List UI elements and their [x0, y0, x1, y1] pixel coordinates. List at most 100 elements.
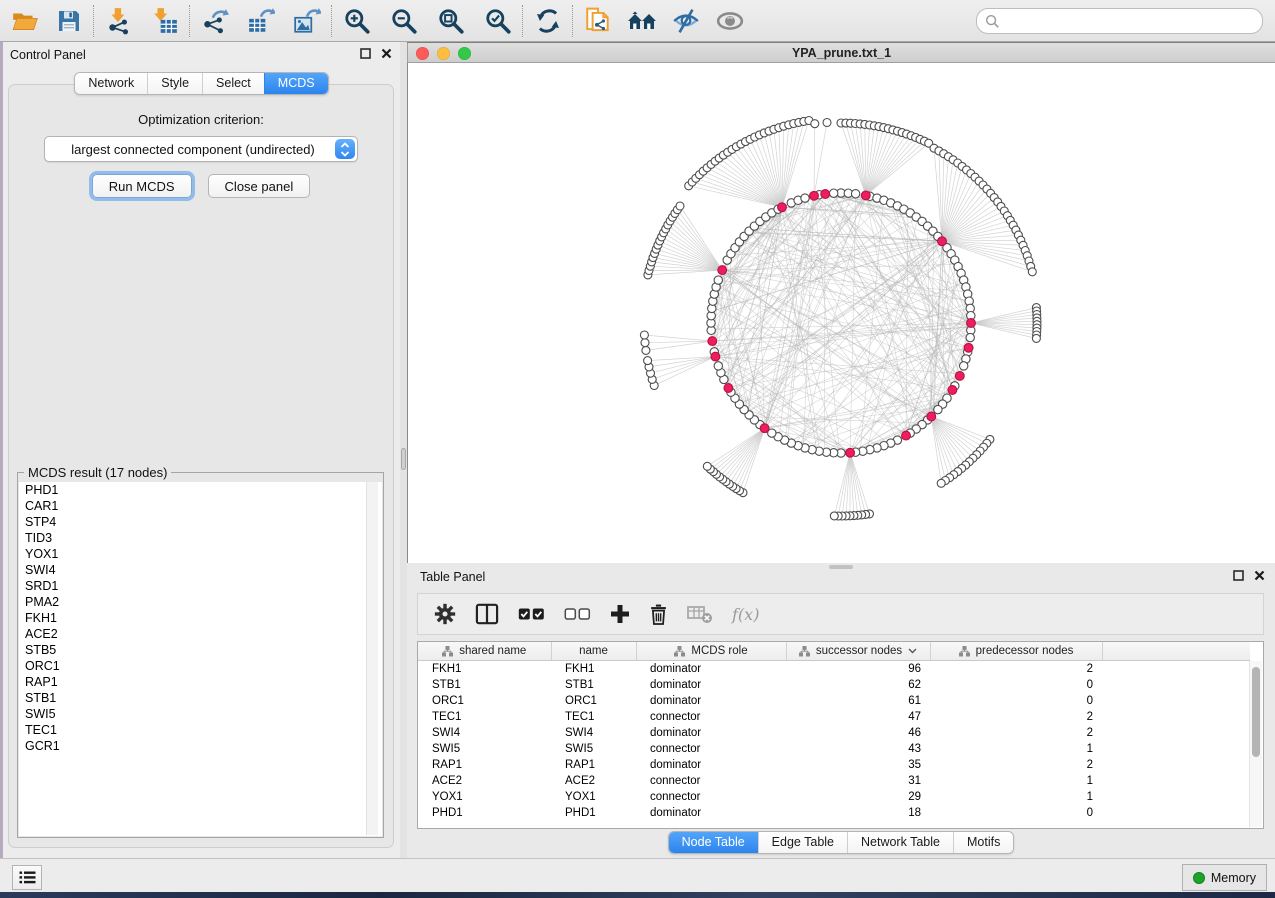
column-header-name[interactable]: name — [551, 642, 636, 661]
cell-predecessor_nodes[interactable]: 1 — [930, 789, 1102, 805]
table-row[interactable]: PHD1PHD1dominator180 — [418, 805, 1250, 821]
network-node-mcds[interactable] — [711, 352, 720, 361]
table-row[interactable]: RAP1RAP1dominator352 — [418, 757, 1250, 773]
zoom-out-icon[interactable] — [387, 4, 421, 38]
cell-name[interactable]: PHD1 — [551, 805, 636, 821]
network-leaf-node[interactable] — [937, 479, 945, 487]
cell-successor_nodes[interactable]: 35 — [786, 757, 930, 773]
cell-name[interactable]: ORC1 — [551, 693, 636, 709]
cell-predecessor_nodes[interactable]: 1 — [930, 773, 1102, 789]
cell-successor_nodes[interactable]: 62 — [786, 677, 930, 693]
table-row[interactable]: FKH1FKH1dominator962 — [418, 661, 1250, 678]
network-node-mcds[interactable] — [955, 372, 964, 381]
close-panel-button[interactable]: Close panel — [208, 174, 311, 198]
network-node-mcds[interactable] — [724, 384, 733, 393]
column-header-successor-nodes[interactable]: successor nodes — [786, 642, 930, 661]
cell-name[interactable]: TEC1 — [551, 709, 636, 725]
network-leaf-node[interactable] — [1032, 334, 1040, 342]
network-node-mcds[interactable] — [948, 386, 957, 395]
network-leaf-node[interactable] — [641, 339, 649, 347]
cell-mcds_role[interactable]: dominator — [636, 805, 786, 821]
cell-shared_name[interactable]: STB1 — [418, 677, 551, 693]
splitter-handle[interactable] — [401, 448, 406, 470]
network-node[interactable] — [966, 333, 974, 341]
mcds-result-item[interactable]: RAP1 — [19, 674, 382, 690]
cell-successor_nodes[interactable]: 43 — [786, 741, 930, 757]
table-row[interactable]: STB1STB1dominator620 — [418, 677, 1250, 693]
run-mcds-button[interactable]: Run MCDS — [92, 174, 192, 198]
memory-button[interactable]: Memory — [1182, 864, 1267, 891]
network-leaf-node[interactable] — [642, 346, 650, 354]
network-leaf-node[interactable] — [676, 202, 684, 210]
mcds-result-item[interactable]: FKH1 — [19, 610, 382, 626]
cell-predecessor_nodes[interactable]: 0 — [930, 805, 1102, 821]
network-node[interactable] — [830, 189, 838, 197]
close-panel-icon[interactable] — [381, 48, 392, 59]
save-session-icon[interactable] — [52, 4, 86, 38]
mcds-result-item[interactable]: SWI4 — [19, 562, 382, 578]
network-graph[interactable] — [408, 63, 1274, 562]
network-titlebar[interactable]: YPA_prune.txt_1 — [407, 43, 1275, 63]
cell-predecessor_nodes[interactable]: 1 — [930, 741, 1102, 757]
mcds-result-item[interactable]: TID3 — [19, 530, 382, 546]
mcds-result-item[interactable]: PMA2 — [19, 594, 382, 610]
cell-name[interactable]: ACE2 — [551, 773, 636, 789]
cell-successor_nodes[interactable]: 61 — [786, 693, 930, 709]
cell-mcds_role[interactable]: connector — [636, 709, 786, 725]
mcds-result-item[interactable]: CAR1 — [19, 498, 382, 514]
cell-shared_name[interactable]: TEC1 — [418, 709, 551, 725]
mcds-result-item[interactable]: SRD1 — [19, 578, 382, 594]
table-row[interactable]: ACE2ACE2connector311 — [418, 773, 1250, 789]
table-row[interactable]: SWI4SWI4dominator462 — [418, 725, 1250, 741]
float-panel-icon[interactable] — [360, 48, 371, 59]
network-node-mcds[interactable] — [846, 448, 855, 457]
network-leaf-node[interactable] — [703, 462, 711, 470]
tab-edge-table[interactable]: Edge Table — [758, 832, 847, 853]
cell-name[interactable]: STB1 — [551, 677, 636, 693]
cell-successor_nodes[interactable]: 18 — [786, 805, 930, 821]
network-node-mcds[interactable] — [708, 337, 717, 346]
table-scrollbar-thumb[interactable] — [1252, 667, 1260, 757]
network-node-mcds[interactable] — [810, 191, 819, 200]
hide-details-eye-icon[interactable] — [669, 4, 703, 38]
tab-motifs[interactable]: Motifs — [953, 832, 1013, 853]
cell-mcds_role[interactable]: connector — [636, 789, 786, 805]
export-network-icon[interactable] — [198, 4, 232, 38]
cell-predecessor_nodes[interactable]: 0 — [930, 677, 1102, 693]
cell-successor_nodes[interactable]: 96 — [786, 661, 930, 678]
network-node-mcds[interactable] — [778, 203, 787, 212]
network-node[interactable] — [934, 405, 942, 413]
open-folder-icon[interactable] — [8, 4, 42, 38]
table-row[interactable]: ORC1ORC1dominator610 — [418, 693, 1250, 709]
zoom-fit-icon[interactable] — [434, 4, 468, 38]
import-network-icon[interactable] — [102, 4, 136, 38]
delete-table-icon[interactable] — [687, 604, 713, 624]
cell-shared_name[interactable]: RAP1 — [418, 757, 551, 773]
network-node-mcds[interactable] — [927, 412, 936, 421]
cell-predecessor_nodes[interactable]: 2 — [930, 725, 1102, 741]
network-node[interactable] — [714, 276, 722, 284]
mcds-result-item[interactable]: TEC1 — [19, 722, 382, 738]
network-node[interactable] — [801, 194, 809, 202]
cell-name[interactable]: YOX1 — [551, 789, 636, 805]
table-options-gear-icon[interactable] — [434, 603, 456, 625]
float-panel-icon[interactable] — [1233, 570, 1244, 581]
mcds-result-item[interactable]: YOX1 — [19, 546, 382, 562]
cell-shared_name[interactable]: PHD1 — [418, 805, 551, 821]
task-history-button[interactable] — [12, 865, 42, 890]
mcds-result-item[interactable]: GCR1 — [19, 738, 382, 754]
cell-name[interactable]: FKH1 — [551, 661, 636, 678]
tab-node-table[interactable]: Node Table — [669, 832, 758, 853]
network-node-mcds[interactable] — [861, 191, 870, 200]
table-scrollbar[interactable] — [1249, 661, 1262, 827]
zoom-selected-icon[interactable] — [481, 4, 515, 38]
cell-successor_nodes[interactable]: 31 — [786, 773, 930, 789]
tab-style[interactable]: Style — [147, 73, 202, 94]
zoom-in-icon[interactable] — [340, 4, 374, 38]
cell-name[interactable]: SWI4 — [551, 725, 636, 741]
import-table-icon[interactable] — [148, 4, 182, 38]
cell-predecessor_nodes[interactable]: 2 — [930, 661, 1102, 678]
cell-successor_nodes[interactable]: 46 — [786, 725, 930, 741]
vertical-splitter[interactable] — [400, 42, 407, 858]
network-node[interactable] — [960, 362, 968, 370]
